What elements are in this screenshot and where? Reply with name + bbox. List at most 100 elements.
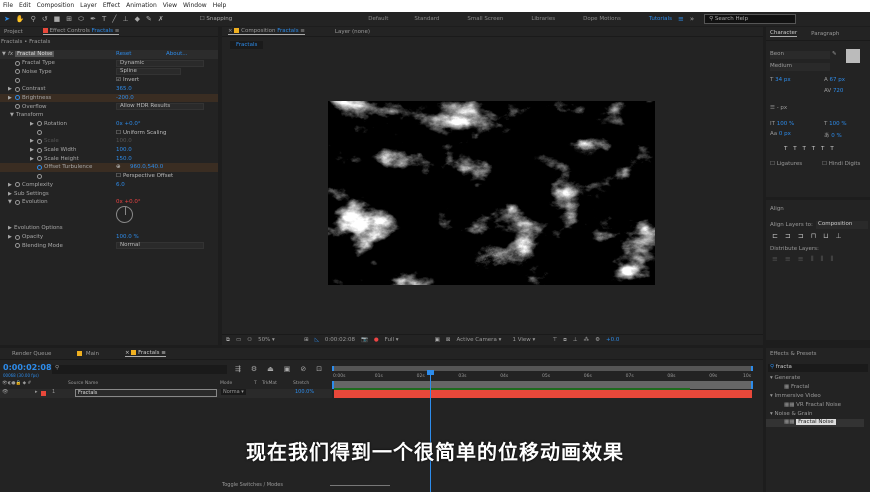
menu-window[interactable]: Window [183,2,207,10]
tab-render-queue[interactable]: Render Queue [12,351,51,357]
zoom-tool-icon[interactable]: ⚲ [31,15,36,23]
expand-toggle-icon[interactable]: ▶ [30,138,34,144]
workspace-default[interactable]: Default [368,16,388,22]
timeline-icon[interactable]: ⊥ [573,337,578,343]
always-preview-icon[interactable]: ⧉ [226,337,230,344]
workspace-menu-icon[interactable]: ≡ [678,15,684,23]
stopwatch-icon[interactable] [15,69,20,75]
menu-effect[interactable]: Effect [103,2,120,10]
stopwatch-icon[interactable] [15,86,20,92]
stopwatch-icon[interactable] [15,95,20,101]
viewer-timecode[interactable]: 0:00:02:08 [325,337,355,343]
visibility-icon[interactable]: 👁 [2,389,8,395]
eyedropper-icon[interactable]: ✎ [832,51,837,57]
expand-toggle-icon[interactable]: ▼ [8,199,12,205]
tab-character[interactable]: Character [770,30,798,37]
puppet-tool-icon[interactable]: ✗ [158,15,164,23]
property-dropdown[interactable]: Spline [116,68,181,76]
ellipse-tool-icon[interactable]: ⬭ [78,15,84,24]
expand-toggle-icon[interactable]: ▶ [8,225,12,231]
stopwatch-icon[interactable] [15,243,20,249]
menu-layer[interactable]: Layer [80,2,97,10]
vertical-scale-value[interactable]: 100 % [777,121,794,127]
expand-toggle-icon[interactable]: ▶ [8,86,12,92]
font-size-value[interactable]: 34 px [775,77,791,83]
horizontal-scale-value[interactable]: 100 % [829,121,846,127]
layer-search-input[interactable]: ⚲ [52,365,227,374]
property-value[interactable]: 6.0 [116,182,125,188]
stopwatch-icon[interactable] [15,199,20,205]
menu-help[interactable]: Help [213,2,227,10]
property-checkbox[interactable]: Uniform Scaling [123,130,167,136]
property-value[interactable]: 100.0 [116,138,132,144]
stopwatch-icon[interactable] [37,121,42,127]
eraser-tool-icon[interactable]: ◆ [135,15,140,23]
selection-tool-icon[interactable]: ➤ [4,15,10,23]
tab-main[interactable]: Main [77,350,99,357]
distribute-buttons[interactable]: ≡≡≡⫴⫴⫴ [772,255,840,264]
expand-toggle-icon[interactable]: ▶ [8,182,12,188]
channel-icon[interactable]: ● [374,337,379,343]
reset-link[interactable]: Reset [116,51,131,57]
effects-search-input[interactable]: ⚲ fracta [768,364,868,372]
expand-toggle-icon[interactable]: ▶ [8,95,12,101]
snapping-toggle[interactable]: ☐ Snapping [200,16,233,22]
grid-icon[interactable]: ⊞ [304,337,309,343]
camera-dropdown[interactable]: Active Camera ▾ [456,337,506,343]
stopwatch-icon[interactable] [37,138,42,144]
stroke-width-value[interactable]: - px [777,105,787,111]
stopwatch-icon[interactable] [15,60,20,66]
property-value[interactable]: 100.0 % [116,234,139,240]
time-navigator[interactable] [332,366,753,371]
zoom-dropdown[interactable]: 50% ▾ [258,337,298,343]
expand-toggle-icon[interactable]: ▶ [30,121,34,127]
effect-name[interactable]: Fractal Noise [15,51,55,58]
tab-layer[interactable]: Layer (none) [335,29,370,35]
mask-icon[interactable]: ⚇ [247,337,252,343]
layer-stretch[interactable]: 100.0% [295,389,314,395]
text-style-buttons[interactable]: TTTTTT [784,146,840,152]
stopwatch-icon[interactable] [37,173,42,179]
layer-label-swatch[interactable] [41,391,46,396]
layer-row[interactable]: 👁 ▸ 1 Fractals Norma ▾ 100.0% [0,389,332,398]
toggle-pixel-icon[interactable]: ⊤ [552,337,557,343]
baseline-value[interactable]: 0 px [779,131,791,137]
stopwatch-icon[interactable] [37,130,42,136]
pan-behind-icon[interactable]: ⊞ [66,15,72,23]
stopwatch-icon[interactable] [15,234,20,240]
playhead[interactable] [430,370,431,492]
property-checkbox[interactable]: Invert [123,77,139,83]
group-generate[interactable]: ▾ Generate [770,375,800,381]
transparency-grid-icon[interactable]: ⊠ [446,337,451,343]
stopwatch-icon[interactable] [15,77,20,83]
views-dropdown[interactable]: 1 View ▾ [512,337,546,343]
layer-name[interactable]: Fractals [75,389,217,397]
group-immersive-video[interactable]: ▾ Immersive Video [770,393,821,399]
tracking-value[interactable]: 720 [833,88,844,94]
stopwatch-icon[interactable] [15,104,20,110]
checkbox-icon[interactable]: ☐ [116,173,121,179]
workspace-dope-motions[interactable]: Dope Motions [583,16,621,22]
checkbox-icon[interactable]: ☑ [116,77,121,83]
more-workspaces-icon[interactable]: » [690,15,694,23]
property-value[interactable]: 365.0 [116,86,132,92]
search-help-input[interactable]: ⚲ Search Help [704,14,797,24]
menu-composition[interactable]: Composition [37,2,74,10]
resolution-dropdown[interactable]: Full ▾ [385,337,429,343]
menu-file[interactable]: File [3,2,13,10]
property-value[interactable]: 0x +0.0° [116,121,141,127]
property-value[interactable]: 960.0,540.0 [130,164,163,170]
menu-view[interactable]: View [163,2,177,10]
camera-tool-icon[interactable]: ■ [54,15,61,23]
property-dropdown[interactable]: Normal [116,242,204,250]
property-value[interactable]: 150.0 [116,156,132,162]
crosshair-icon[interactable]: ⊕ [116,164,121,170]
stopwatch-icon[interactable] [37,156,42,162]
layer-duration-bar[interactable] [334,390,752,398]
align-buttons[interactable]: ⊏⊐⊐⊓⊔⊥ [772,232,849,240]
zoom-slider[interactable] [330,485,390,486]
toggle-switches-modes[interactable]: Toggle Switches / Modes [222,482,283,488]
display-icon[interactable]: ▭ [236,337,241,343]
fast-preview-icon[interactable]: ⧈ [563,337,567,344]
workspace-tutorials[interactable]: Tutorials [649,16,672,22]
